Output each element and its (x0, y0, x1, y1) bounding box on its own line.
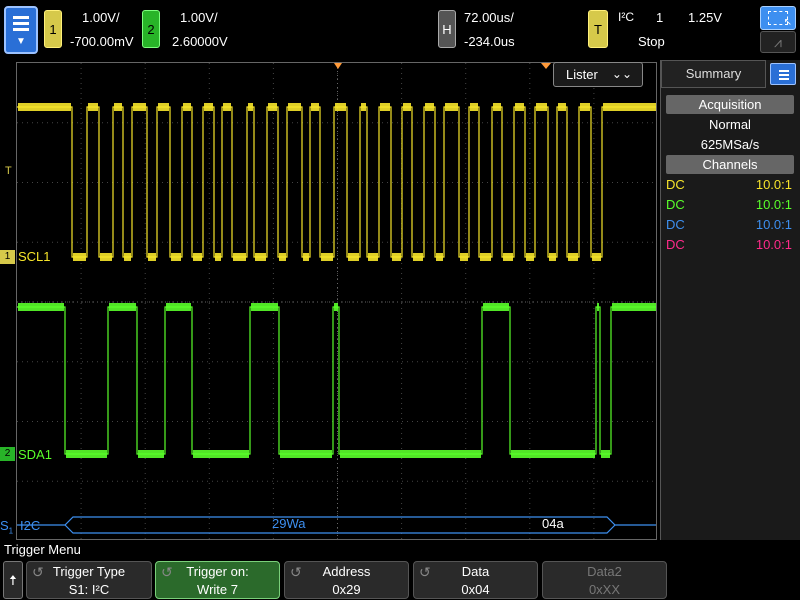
timebase-value: 72.00us/ (464, 10, 514, 25)
channel-row: DC 10.0:1 (666, 197, 794, 215)
delay-marker (541, 63, 551, 69)
channel-probe: 10.0:1 (755, 197, 792, 212)
channel-probe: 10.0:1 (755, 177, 792, 192)
channel-coupling: DC (666, 237, 685, 252)
tab-summary[interactable]: Summary (661, 60, 766, 88)
softkey-trigger-on[interactable]: ↺ Trigger on: Write 7 (155, 561, 280, 599)
softkey-address[interactable]: ↺ Address 0x29 (284, 561, 409, 599)
up-arrow-icon: 🠅 (9, 572, 17, 588)
run-status: Stop (638, 34, 665, 49)
trigger-level-marker: T (5, 165, 12, 177)
lister-label: Lister (566, 67, 598, 82)
chevron-down-icon: ⌄⌄ (611, 67, 632, 81)
channels-heading: Channels (666, 155, 794, 174)
waveform-button[interactable]: ⩘ (760, 31, 796, 53)
trigger-position-marker (334, 63, 342, 69)
trigger-level: 1.25V (688, 10, 722, 25)
ch2-offset: 2.60000V (172, 34, 228, 49)
chevron-down-icon: ▼ (16, 36, 26, 47)
list-icon (779, 70, 789, 72)
channel-probe: 10.0:1 (755, 237, 792, 252)
ch1-offset: -700.00mV (70, 34, 134, 49)
trigger-button[interactable]: T (588, 10, 608, 48)
ch1-ground-marker: 1 (0, 250, 15, 264)
channel-coupling: DC (666, 197, 685, 212)
lister-button[interactable]: Lister ⌄⌄ (553, 62, 643, 87)
acquisition-heading: Acquisition (666, 95, 794, 114)
menu-icon (13, 16, 29, 32)
channel-coupling: DC (666, 217, 685, 232)
channel-probe: 10.0:1 (755, 217, 792, 232)
menu-title: Trigger Menu (4, 542, 81, 557)
ch2-button[interactable]: 2 (142, 10, 160, 48)
channel-row: DC 10.0:1 (666, 237, 794, 255)
softkey-data2[interactable]: Data2 0xXX (542, 561, 667, 599)
zoom-select-button[interactable]: ↖ (760, 6, 796, 30)
ch1-button[interactable]: 1 (44, 10, 62, 48)
waveform-display[interactable] (16, 62, 657, 540)
graticule (17, 63, 656, 539)
ch2-ground-marker: 2 (0, 447, 15, 461)
scl-label: SCL1 (18, 249, 51, 264)
sda-label: SDA1 (18, 447, 52, 462)
horizontal-button[interactable]: H (438, 10, 456, 48)
channel-row: DC 10.0:1 (666, 217, 794, 235)
menu-back-button[interactable]: 🠅 (3, 561, 23, 599)
ch1-scale: 1.00V/ (82, 10, 120, 25)
summary-panel: Summary (660, 60, 800, 540)
channel-row: DC 10.0:1 (666, 177, 794, 195)
softkey-trigger-type[interactable]: ↺ Trigger Type S1: I²C (26, 561, 152, 599)
decode-data-label: 04a (542, 516, 564, 531)
main-menu-button[interactable]: ▼ (4, 6, 38, 54)
decode-address-label: 29Wa (272, 516, 306, 531)
softkey-data[interactable]: ↺ Data 0x04 (413, 561, 538, 599)
trigger-type: I²C (618, 10, 634, 24)
cursor-arrow-icon: ↖ (783, 17, 792, 28)
panel-menu-button[interactable] (770, 63, 796, 85)
channel-coupling: DC (666, 177, 685, 192)
waveform-icon: ⩘ (774, 34, 782, 50)
ch2-scale: 1.00V/ (180, 10, 218, 25)
serial-marker: S1 (0, 518, 14, 536)
status-bar: ▼ 1 1.00V/ -700.00mV 2 1.00V/ 2.60000V H… (0, 0, 800, 60)
acq-mode: Normal (709, 117, 751, 132)
sample-rate: 625MSa/s (700, 137, 760, 152)
serial-bus-label: I2C (20, 518, 41, 533)
delay-value: -234.0us (464, 34, 515, 49)
trigger-source: 1 (656, 10, 664, 25)
